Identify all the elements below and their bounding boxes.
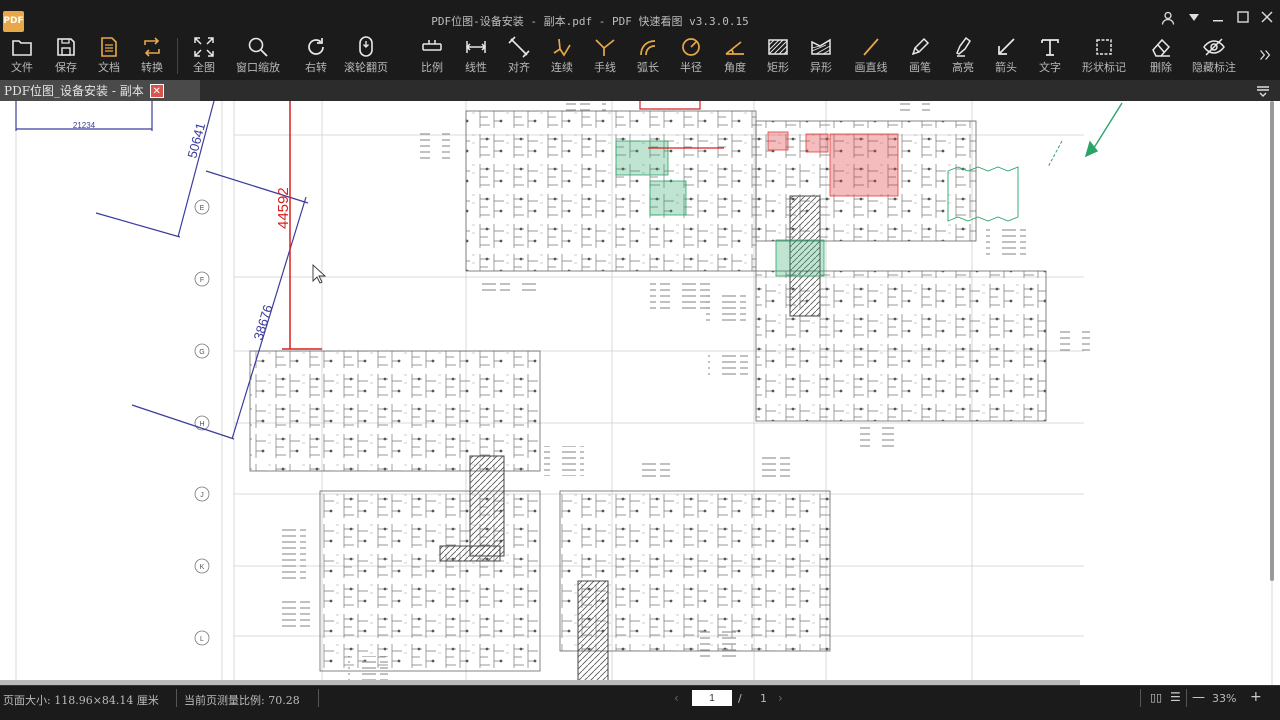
double-chevron-right-icon bbox=[1255, 42, 1275, 68]
toolbar-file-button[interactable]: 文件 bbox=[2, 34, 42, 80]
rectangle-hatch-icon bbox=[758, 34, 798, 60]
grid-label-e: E bbox=[200, 205, 205, 212]
single-page-view-icon[interactable]: ▯▯ bbox=[1150, 691, 1162, 704]
save-icon bbox=[46, 34, 86, 60]
minimize-button[interactable] bbox=[1208, 11, 1228, 29]
magnifier-icon bbox=[238, 34, 278, 60]
toolbar-highlighter-button[interactable]: 高亮 bbox=[943, 34, 983, 80]
cad-drawing: E F G H J K L 21234 50641 38676 44592 bbox=[0, 101, 1280, 685]
toolbar-scale-button[interactable]: 比例 bbox=[412, 34, 452, 80]
toolbar-rotate-button[interactable]: 右转 bbox=[296, 34, 336, 80]
straight-line-icon bbox=[851, 34, 891, 60]
toolbar-continuous-button[interactable]: 连续 bbox=[542, 34, 582, 80]
zoom-level: 33% bbox=[1212, 692, 1237, 705]
toolbar-document-button[interactable]: 文档 bbox=[89, 34, 129, 80]
grid-label-h: H bbox=[199, 421, 204, 428]
grid-label-j: J bbox=[200, 492, 204, 499]
linear-measure-icon bbox=[456, 34, 496, 60]
toolbar-text-button[interactable]: 文字 bbox=[1030, 34, 1070, 80]
expand-icon bbox=[184, 34, 224, 60]
grid-label-k: K bbox=[200, 564, 205, 571]
prev-page-button[interactable]: ‹ bbox=[674, 691, 679, 705]
irregular-shape-icon bbox=[801, 34, 841, 60]
tab-close-button[interactable]: ✕ bbox=[149, 83, 164, 98]
eye-off-icon bbox=[1194, 34, 1234, 60]
continuous-measure-icon bbox=[542, 34, 582, 60]
convert-icon bbox=[132, 34, 172, 60]
grid-label-f: F bbox=[200, 277, 204, 284]
page-number-input[interactable] bbox=[692, 690, 732, 706]
toolbar-arrow-button[interactable]: 箭头 bbox=[986, 34, 1026, 80]
measure-ratio-readout[interactable]: 当前页测量比例: 70.28 bbox=[184, 692, 300, 708]
toolbar-arc-length-button[interactable]: 弧长 bbox=[628, 34, 668, 80]
toolbar-scroll-page-button[interactable]: 滚轮翻页 bbox=[344, 34, 388, 80]
vertical-scrollbar[interactable] bbox=[1270, 101, 1274, 581]
svg-text:44592: 44592 bbox=[275, 187, 292, 229]
toolbar-hand-line-button[interactable]: 手线 bbox=[585, 34, 625, 80]
window-title: PDF位图-设备安装 - 副本.pdf - PDF 快速看图 v3.3.0.15 bbox=[431, 15, 749, 28]
aligned-measure-icon bbox=[499, 34, 539, 60]
drawing-canvas[interactable]: E F G H J K L 21234 50641 38676 44592 bbox=[0, 101, 1280, 685]
text-icon bbox=[1030, 34, 1070, 60]
mouse-wheel-icon bbox=[346, 34, 386, 60]
tab-list-menu-icon[interactable] bbox=[1256, 83, 1270, 100]
toolbar-pen-button[interactable]: 画笔 bbox=[900, 34, 940, 80]
close-window-button[interactable] bbox=[1257, 11, 1277, 29]
grid-label-g: G bbox=[199, 349, 204, 356]
folder-icon bbox=[2, 34, 42, 60]
page-separator: / bbox=[738, 692, 742, 705]
document-icon bbox=[89, 34, 129, 60]
status-separator bbox=[1140, 689, 1141, 707]
status-separator bbox=[176, 689, 177, 707]
next-page-button[interactable]: › bbox=[778, 691, 783, 705]
dropdown-menu-icon[interactable] bbox=[1184, 11, 1204, 29]
scale-icon bbox=[412, 34, 452, 60]
svg-text:21234: 21234 bbox=[73, 121, 96, 130]
toolbar-separator bbox=[177, 38, 178, 74]
cloud-shape-icon bbox=[1084, 34, 1124, 60]
toolbar-radius-button[interactable]: 半径 bbox=[671, 34, 711, 80]
page-total: 1 bbox=[760, 692, 767, 705]
toolbar-save-button[interactable]: 保存 bbox=[46, 34, 86, 80]
toolbar-rectangle-button[interactable]: 矩形 bbox=[758, 34, 798, 80]
radius-icon bbox=[671, 34, 711, 60]
status-separator bbox=[318, 689, 319, 707]
hand-line-icon bbox=[585, 34, 625, 60]
toolbar-angle-button[interactable]: 角度 bbox=[715, 34, 755, 80]
eraser-icon bbox=[1141, 34, 1181, 60]
toolbar-convert-button[interactable]: 转换 bbox=[132, 34, 172, 80]
status-separator bbox=[1186, 689, 1187, 707]
title-bar: PDF PDF位图-设备安装 - 副本.pdf - PDF 快速看图 v3.3.… bbox=[0, 0, 1280, 34]
zoom-out-button[interactable]: — bbox=[1192, 690, 1205, 705]
continuous-view-icon[interactable]: ☰ bbox=[1170, 690, 1181, 704]
arrow-icon bbox=[986, 34, 1026, 60]
toolbar-aligned-button[interactable]: 对齐 bbox=[499, 34, 539, 80]
angle-icon bbox=[715, 34, 755, 60]
grid-label-l: L bbox=[200, 636, 204, 643]
toolbar-irregular-button[interactable]: 异形 bbox=[801, 34, 841, 80]
pen-icon bbox=[900, 34, 940, 60]
toolbar-fit-all-button[interactable]: 全图 bbox=[184, 34, 224, 80]
user-icon[interactable] bbox=[1158, 11, 1178, 29]
highlighter-icon bbox=[943, 34, 983, 60]
maximize-button[interactable] bbox=[1233, 11, 1253, 29]
toolbar-draw-line-button[interactable]: 画直线 bbox=[851, 34, 891, 80]
document-tab-title: PDF位图_设备安装 - 副本 bbox=[4, 84, 144, 98]
toolbar-window-zoom-button[interactable]: 窗口缩放 bbox=[236, 34, 280, 80]
document-tab-bar: PDF位图_设备安装 - 副本 ✕ bbox=[0, 80, 1280, 101]
zoom-in-button[interactable]: + bbox=[1250, 689, 1262, 705]
toolbar-linear-button[interactable]: 线性 bbox=[456, 34, 496, 80]
toolbar: 文件 保存 文档 转换 全图 窗口缩放 右转 滚轮翻页 比例 线性 对齐 连续 … bbox=[0, 34, 1280, 80]
status-bar: 页面大小: 118.96×84.14 厘米 当前页测量比例: 70.28 ‹ /… bbox=[0, 685, 1280, 720]
document-tab[interactable]: PDF位图_设备安装 - 副本 ✕ bbox=[0, 80, 200, 101]
toolbar-shape-mark-button[interactable]: 形状标记 bbox=[1082, 34, 1126, 80]
page-size-readout: 页面大小: 118.96×84.14 厘米 bbox=[3, 694, 159, 707]
toolbar-delete-button[interactable]: 删除 bbox=[1141, 34, 1181, 80]
arc-icon bbox=[628, 34, 668, 60]
rotate-icon bbox=[296, 34, 336, 60]
toolbar-hide-marks-button[interactable]: 隐藏标注 bbox=[1192, 34, 1236, 80]
